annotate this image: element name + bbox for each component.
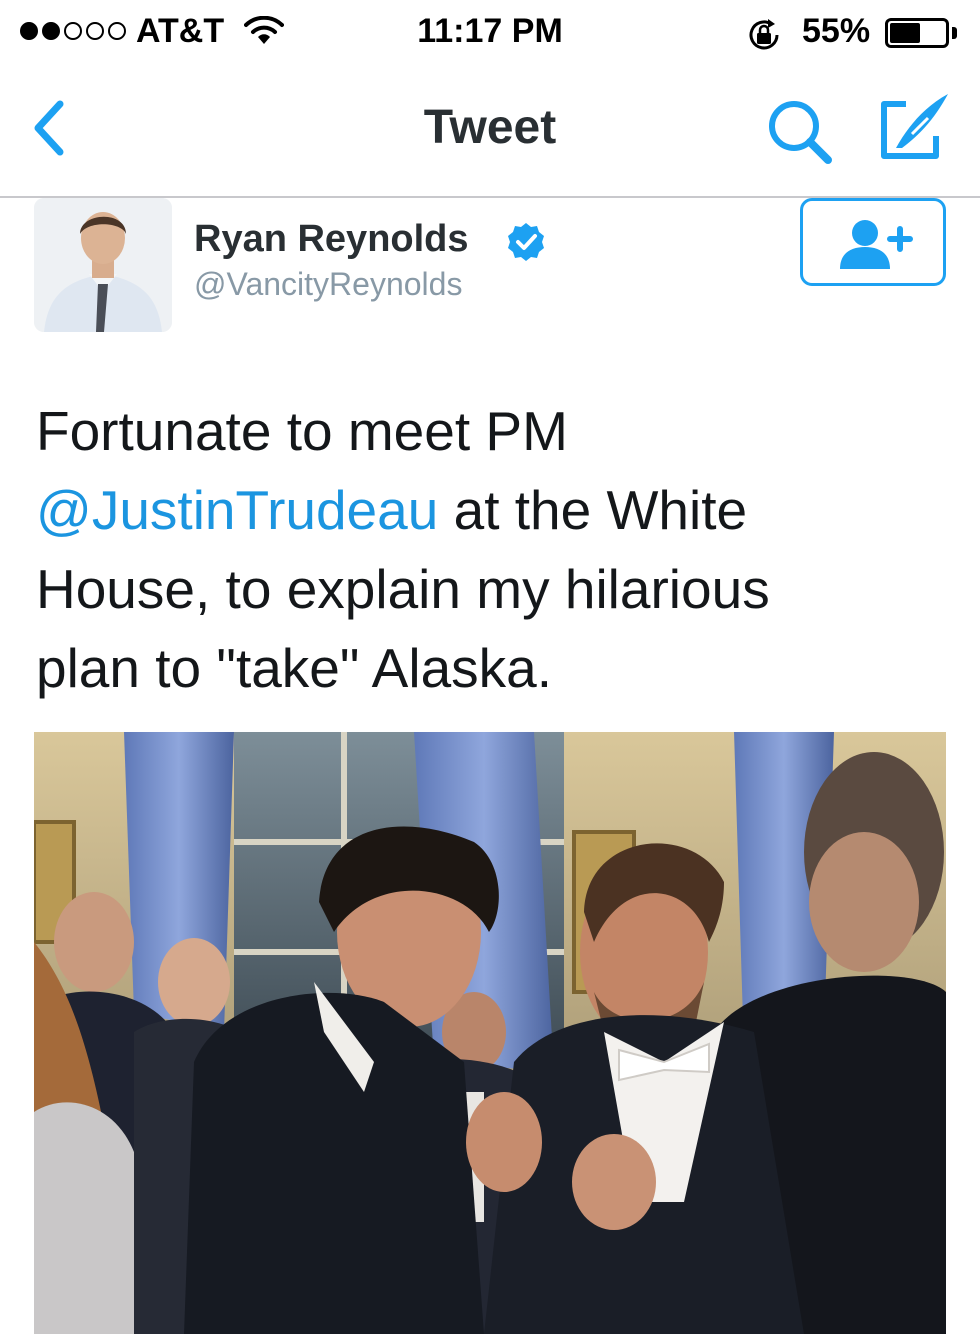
battery-icon bbox=[885, 18, 949, 48]
tweet-text-line: @JustinTrudeau at the White bbox=[36, 471, 936, 550]
compose-icon bbox=[881, 94, 948, 159]
rotation-lock-icon bbox=[744, 15, 784, 60]
follow-button[interactable] bbox=[800, 198, 946, 286]
search-icon bbox=[769, 101, 832, 164]
battery-level bbox=[890, 23, 920, 43]
tweet-text-line: Fortunate to meet PM bbox=[36, 392, 936, 471]
tweet-text-line: House, to explain my hilarious bbox=[36, 550, 936, 629]
search-button[interactable] bbox=[764, 96, 836, 168]
mention-link[interactable]: @JustinTrudeau bbox=[36, 479, 438, 541]
tweet-text-segment: plan to "take" Alaska. bbox=[36, 637, 553, 699]
author-handle[interactable]: @VancityReynolds bbox=[194, 266, 462, 303]
tweet-photo-image bbox=[34, 732, 946, 1334]
status-bar: AT&T 11:17 PM 55% bbox=[0, 0, 980, 66]
tweet-text-line: plan to "take" Alaska. bbox=[36, 629, 936, 708]
author-name[interactable]: Ryan Reynolds bbox=[194, 218, 469, 261]
avatar-photo bbox=[34, 198, 172, 332]
tweet-text-segment: Fortunate to meet PM bbox=[36, 400, 568, 462]
battery-percent: 55% bbox=[802, 12, 871, 50]
tweet-text-segment: at the White bbox=[438, 479, 748, 541]
verified-badge-icon bbox=[506, 222, 546, 262]
avatar[interactable] bbox=[34, 198, 172, 332]
follow-user-plus-icon bbox=[840, 220, 913, 269]
tweet-photo[interactable] bbox=[34, 732, 946, 1334]
tweet-text-segment: House, to explain my hilarious bbox=[36, 558, 770, 620]
navigation-bar: Tweet bbox=[0, 66, 980, 198]
compose-tweet-button[interactable] bbox=[876, 90, 954, 168]
tweet-text: Fortunate to meet PM @JustinTrudeau at t… bbox=[36, 392, 936, 708]
battery-cap bbox=[952, 27, 957, 39]
